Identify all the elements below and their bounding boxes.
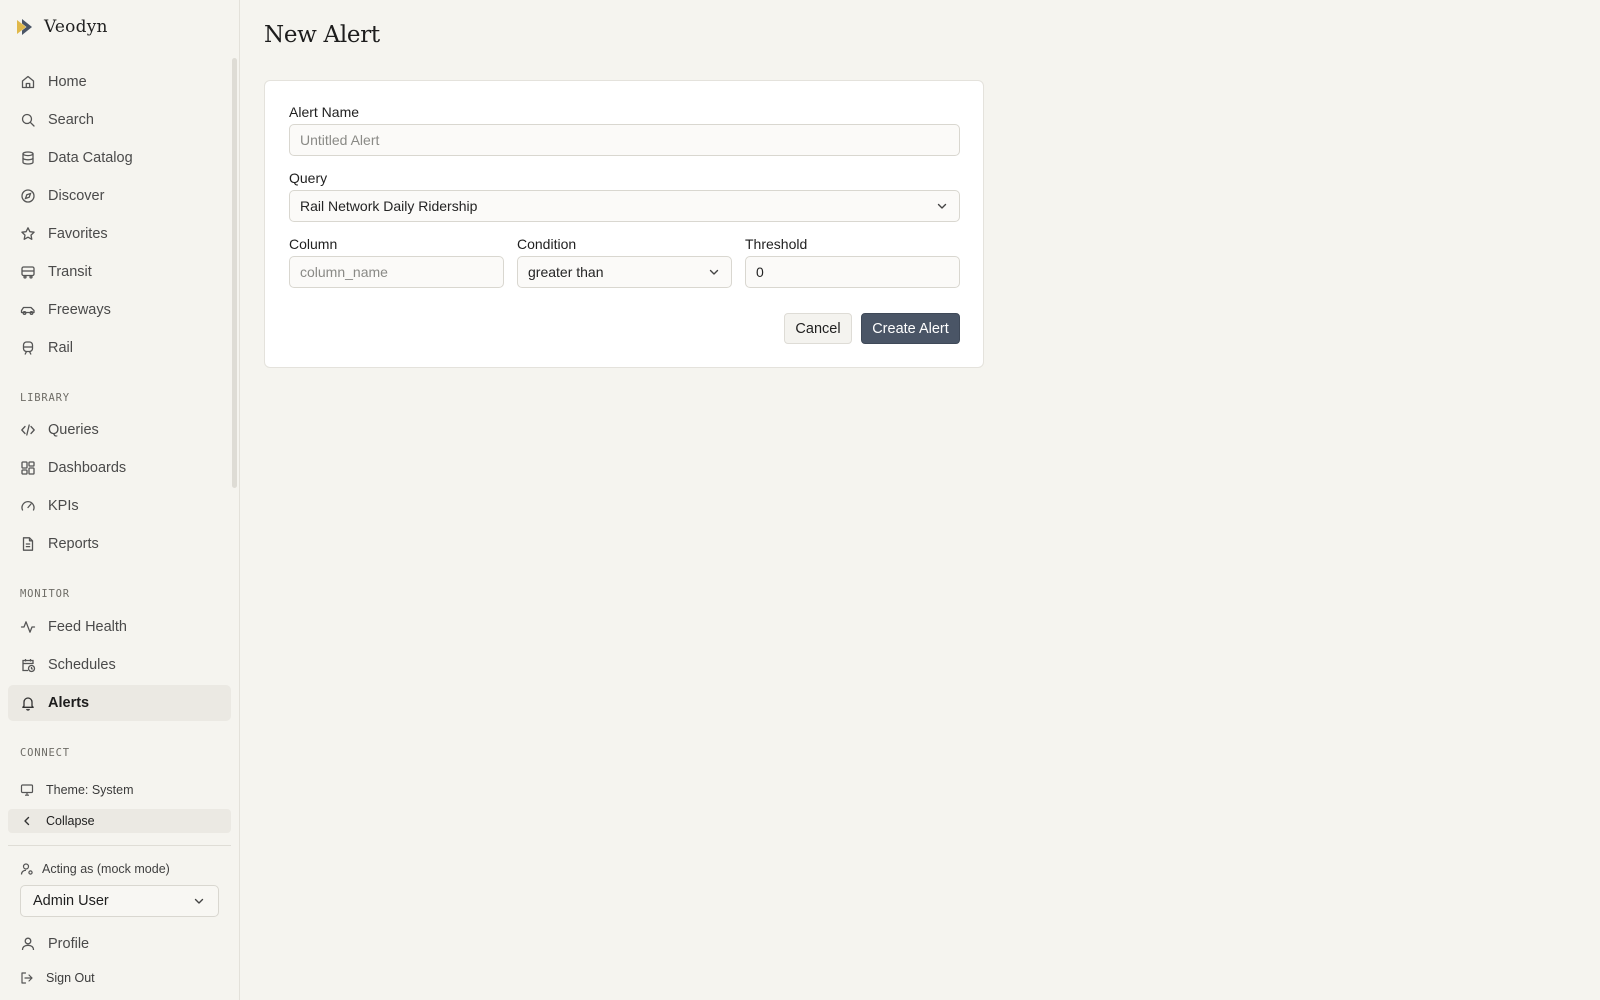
sidebar-item-label: Rail [48, 340, 73, 356]
theme-toggle-label: Theme: System [46, 783, 134, 797]
section-label-monitor: MONITOR [20, 588, 70, 600]
sidebar-item-label: Freeways [48, 302, 111, 318]
star-icon [20, 226, 36, 242]
calendar-clock-icon [20, 657, 36, 673]
sidebar-item-label: Feed Health [48, 619, 127, 635]
condition-label: Condition [517, 236, 577, 252]
threshold-value: 0 [756, 264, 764, 280]
sidebar-item-label: Dashboards [48, 460, 127, 476]
collapse-sidebar-button[interactable]: Collapse [8, 809, 231, 833]
activity-icon [20, 619, 36, 635]
query-value: Rail Network Daily Ridership [300, 198, 478, 214]
sidebar-item-home[interactable]: Home [8, 64, 231, 100]
database-icon [20, 150, 36, 166]
sidebar-item-label: Search [48, 112, 94, 128]
sidebar-item-label: Favorites [48, 226, 108, 242]
sidebar-item-label: Home [48, 74, 87, 90]
new-alert-form: Alert Name Untitled Alert Query Rail Net… [264, 80, 984, 368]
threshold-input[interactable]: 0 [745, 256, 960, 288]
bus-icon [20, 264, 36, 280]
sidebar-item-freeways[interactable]: Freeways [8, 292, 231, 328]
sidebar-item-discover[interactable]: Discover [8, 178, 231, 214]
sidebar-item-data-catalog[interactable]: Data Catalog [8, 140, 231, 176]
sidebar-item-alerts[interactable]: Alerts [8, 685, 231, 721]
sidebar-item-label: Reports [48, 536, 99, 552]
brand[interactable]: Veodyn [14, 14, 108, 40]
acting-user-value: Admin User [33, 893, 109, 909]
sidebar-item-label: Transit [48, 264, 92, 280]
chevron-down-icon [192, 894, 206, 908]
train-icon [20, 340, 36, 356]
search-icon [20, 112, 36, 128]
sidebar-item-label: Profile [48, 936, 90, 952]
user-gear-icon [20, 862, 34, 876]
sidebar-item-label: Discover [48, 188, 105, 204]
acting-as-text: Acting as (mock mode) [42, 862, 170, 876]
gauge-icon [20, 498, 36, 514]
sidebar-item-search[interactable]: Search [8, 102, 231, 138]
sidebar-item-profile[interactable]: Profile [8, 926, 231, 962]
acting-user-select[interactable]: Admin User [20, 885, 219, 917]
sidebar-item-label: Data Catalog [48, 150, 133, 166]
report-icon [20, 536, 36, 552]
column-input[interactable]: column_name [289, 256, 504, 288]
sign-out-icon [20, 971, 34, 985]
threshold-label: Threshold [745, 236, 808, 252]
sidebar: Veodyn Home Search Data Catalog Discover… [0, 0, 240, 1000]
app-name: Veodyn [44, 17, 108, 37]
page-title: New Alert [264, 22, 380, 48]
sidebar-item-reports[interactable]: Reports [8, 526, 231, 562]
column-label: Column [289, 236, 338, 252]
sidebar-item-transit[interactable]: Transit [8, 254, 231, 290]
sign-out-label: Sign Out [46, 971, 95, 985]
chevron-down-icon [707, 265, 721, 279]
main-content: New Alert Alert Name Untitled Alert Quer… [240, 0, 1600, 1000]
query-select[interactable]: Rail Network Daily Ridership [289, 190, 960, 222]
bell-icon [20, 695, 36, 711]
monitor-icon [20, 783, 34, 797]
veodyn-logo-icon [17, 19, 32, 35]
cancel-button[interactable]: Cancel [784, 313, 852, 344]
sidebar-item-feed-health[interactable]: Feed Health [8, 609, 231, 645]
alert-name-label: Alert Name [289, 104, 360, 120]
sidebar-item-label: KPIs [48, 498, 79, 514]
section-label-library: LIBRARY [20, 392, 70, 404]
user-icon [20, 936, 36, 952]
acting-as-label: Acting as (mock mode) [20, 862, 170, 876]
sidebar-item-rail[interactable]: Rail [8, 330, 231, 366]
code-icon [20, 422, 36, 438]
alert-name-input[interactable]: Untitled Alert [289, 124, 960, 156]
car-icon [20, 302, 36, 318]
chevron-down-icon [935, 199, 949, 213]
theme-toggle[interactable]: Theme: System [8, 778, 231, 802]
section-label-connect: CONNECT [20, 747, 70, 759]
chevron-left-icon [20, 814, 34, 828]
column-placeholder: column_name [300, 264, 388, 280]
alert-name-placeholder: Untitled Alert [300, 132, 380, 148]
query-label: Query [289, 170, 328, 186]
sidebar-item-label: Queries [48, 422, 99, 438]
condition-select[interactable]: greater than [517, 256, 732, 288]
sidebar-item-queries[interactable]: Queries [8, 412, 231, 448]
sidebar-item-label: Schedules [48, 657, 116, 673]
sidebar-divider [8, 845, 231, 846]
condition-value: greater than [528, 264, 604, 280]
dashboard-icon [20, 460, 36, 476]
sign-out-button[interactable]: Sign Out [8, 966, 231, 990]
collapse-label: Collapse [46, 814, 95, 828]
sidebar-item-kpis[interactable]: KPIs [8, 488, 231, 524]
sidebar-item-label: Alerts [48, 695, 90, 711]
sidebar-item-favorites[interactable]: Favorites [8, 216, 231, 252]
sidebar-item-schedules[interactable]: Schedules [8, 647, 231, 683]
sidebar-scrollbar[interactable] [232, 58, 237, 488]
compass-icon [20, 188, 36, 204]
create-alert-button[interactable]: Create Alert [861, 313, 960, 344]
sidebar-item-dashboards[interactable]: Dashboards [8, 450, 231, 486]
home-icon [20, 74, 36, 90]
